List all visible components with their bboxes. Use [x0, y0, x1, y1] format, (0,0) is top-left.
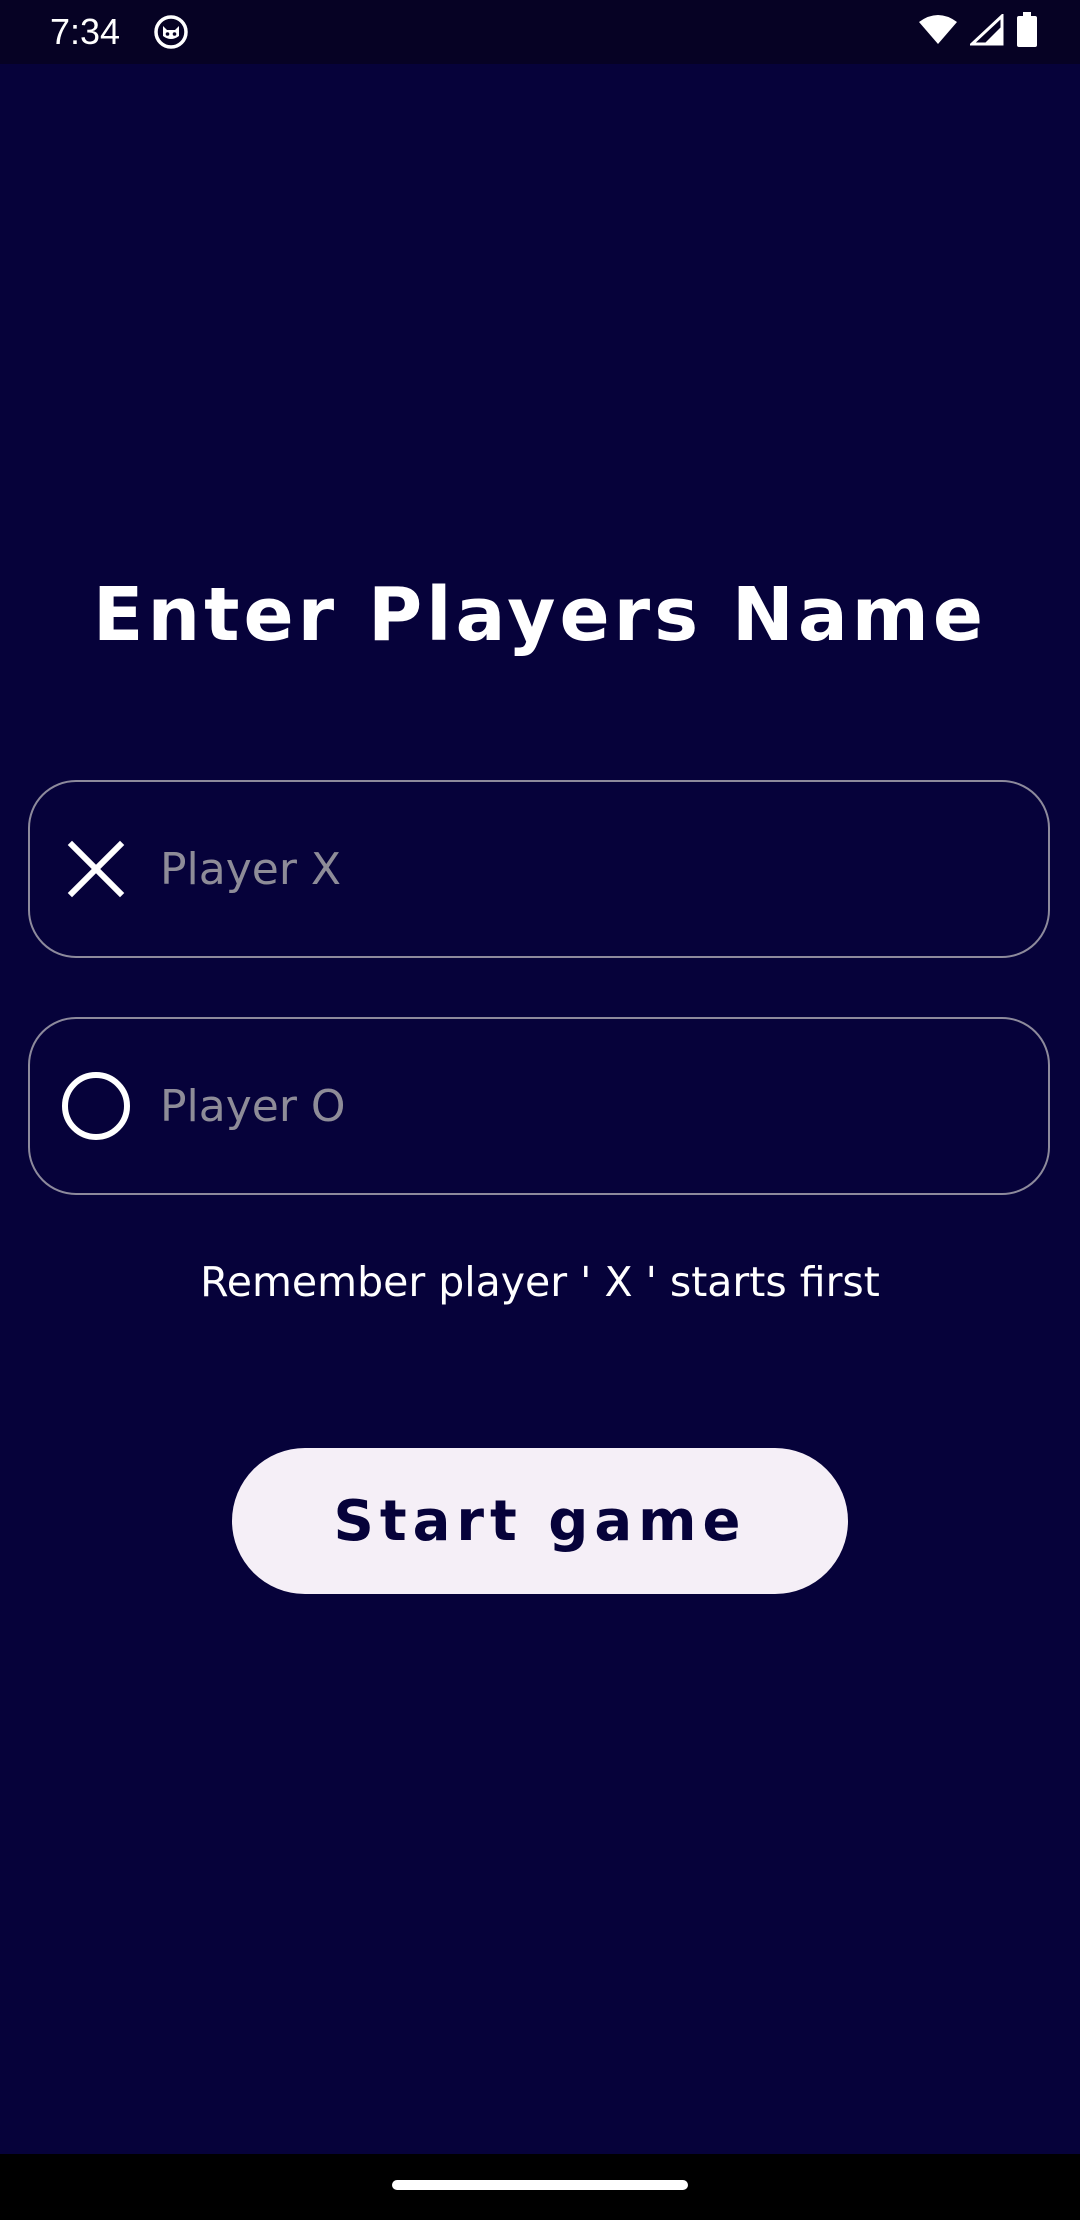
- o-icon: [60, 1070, 132, 1142]
- start-game-button[interactable]: Start game: [232, 1448, 848, 1594]
- status-time: 7:34: [50, 11, 121, 52]
- x-icon: [60, 833, 132, 905]
- home-indicator[interactable]: [392, 2180, 688, 2190]
- app-notification-icon: [154, 15, 188, 49]
- status-icons: [918, 12, 1038, 52]
- battery-icon: [1016, 12, 1038, 52]
- wifi-icon: [918, 14, 958, 50]
- player-x-field[interactable]: [28, 780, 1050, 958]
- cellular-signal-icon: [968, 12, 1004, 50]
- player-o-input[interactable]: [160, 1019, 1020, 1193]
- status-bar: 7:34: [0, 0, 1080, 64]
- page-title: Enter Players Name: [92, 572, 988, 658]
- player-x-input[interactable]: [160, 782, 1020, 956]
- player-o-field[interactable]: [28, 1017, 1050, 1195]
- starts-first-hint: Remember player ' X ' starts first: [200, 1258, 880, 1306]
